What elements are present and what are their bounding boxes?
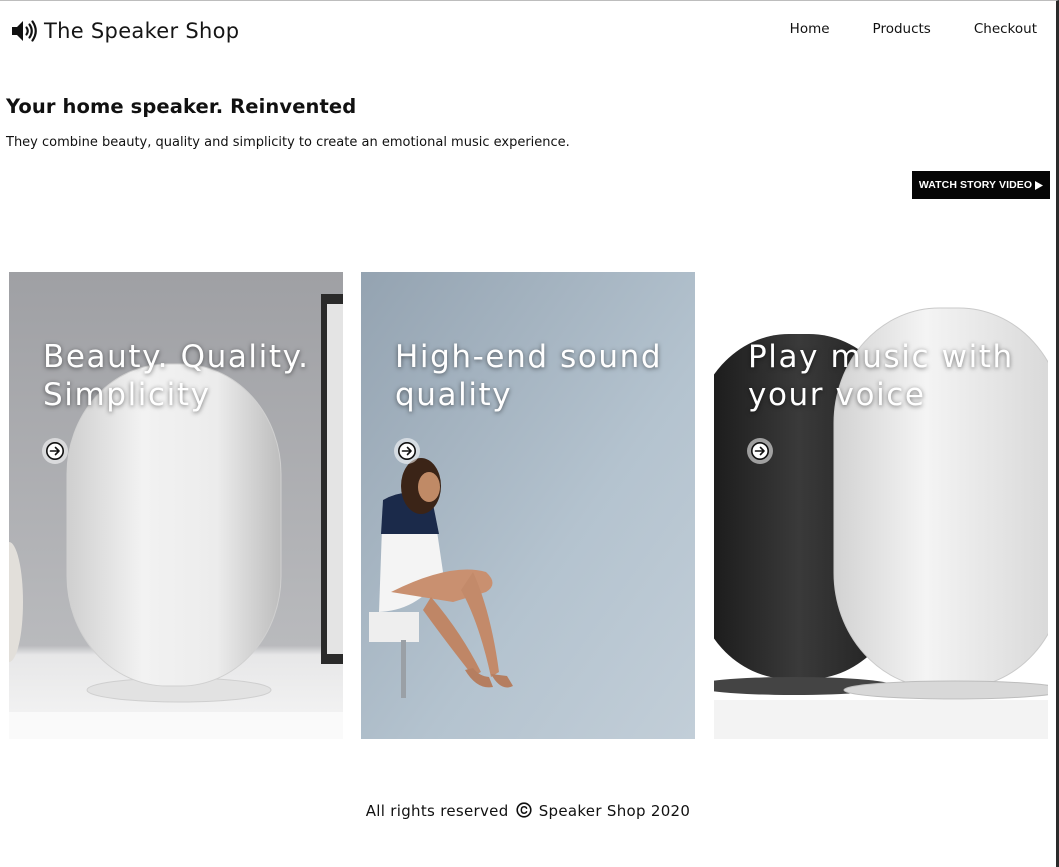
card-title: High-end sound quality bbox=[395, 339, 663, 413]
main-nav: Home Products Checkout bbox=[747, 21, 1037, 37]
arrow-right-circle-icon[interactable] bbox=[394, 438, 420, 464]
play-icon bbox=[1035, 180, 1044, 190]
hero-subtitle: They combine beauty, quality and simplic… bbox=[6, 135, 570, 150]
site-footer: All rights reserved Speaker Shop 2020 bbox=[0, 802, 1056, 820]
nav-home[interactable]: Home bbox=[790, 21, 830, 37]
feature-card-beauty[interactable]: Beauty. Quality. Simplicity bbox=[9, 272, 343, 739]
brand-link[interactable]: The Speaker Shop bbox=[10, 15, 239, 47]
card-title: Beauty. Quality. Simplicity bbox=[43, 339, 310, 413]
feature-card-voice[interactable]: Play music with your voice bbox=[714, 272, 1048, 739]
nav-products[interactable]: Products bbox=[873, 21, 931, 37]
copyright-icon bbox=[516, 802, 532, 818]
page: The Speaker Shop Home Products Checkout … bbox=[0, 0, 1059, 867]
speaker-volume-icon bbox=[12, 20, 37, 42]
watch-story-video-button[interactable]: WATCH STORY VIDEO bbox=[912, 171, 1050, 199]
hero-title: Your home speaker. Reinvented bbox=[6, 95, 357, 118]
site-header: The Speaker Shop Home Products Checkout bbox=[0, 1, 1056, 59]
arrow-right-circle-icon[interactable] bbox=[42, 438, 68, 464]
feature-card-sound[interactable]: High-end sound quality bbox=[361, 272, 695, 739]
brand-name: The Speaker Shop bbox=[44, 19, 240, 43]
nav-checkout[interactable]: Checkout bbox=[974, 21, 1037, 37]
footer-company-text: Speaker Shop 2020 bbox=[538, 802, 691, 820]
footer-rights-text: All rights reserved bbox=[365, 802, 509, 820]
card-title: Play music with your voice bbox=[748, 339, 1014, 413]
arrow-right-circle-icon[interactable] bbox=[747, 438, 773, 464]
watch-story-video-label: WATCH STORY VIDEO bbox=[918, 179, 1033, 191]
